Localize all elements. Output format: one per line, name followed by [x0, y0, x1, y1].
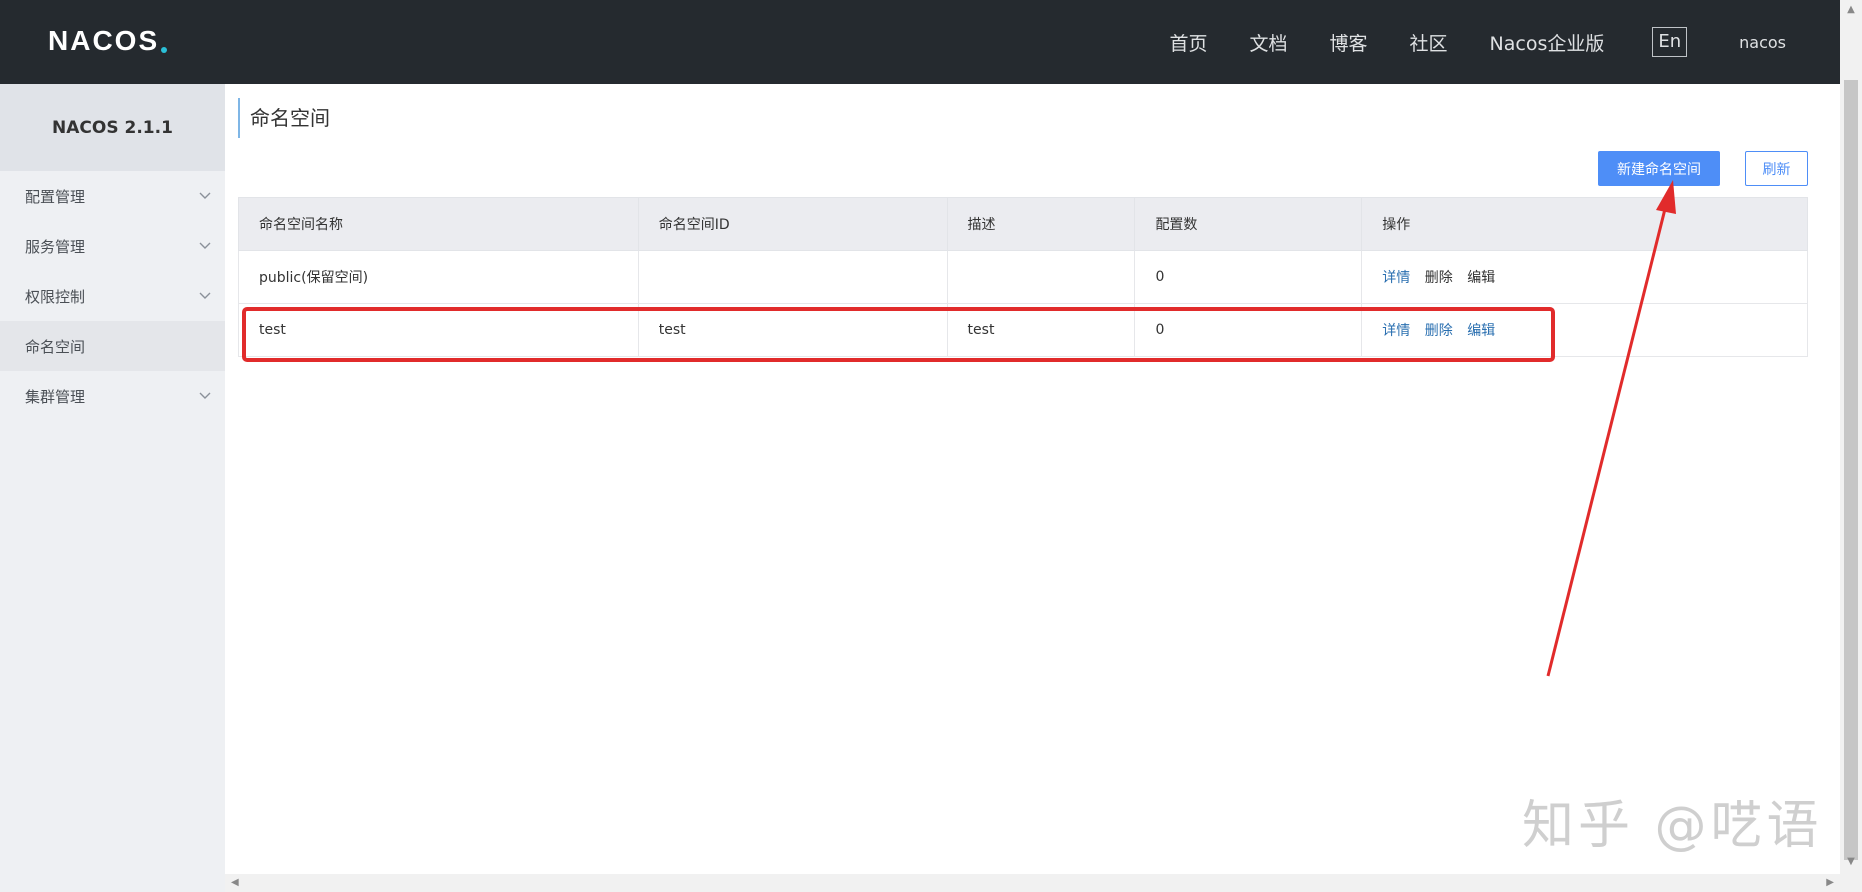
scroll-down-icon[interactable]: ▼ [1845, 856, 1857, 868]
cell-id [637, 250, 948, 304]
details-link[interactable]: 详情 [1382, 323, 1410, 339]
scrollbar-thumb[interactable] [1844, 80, 1858, 860]
watermark-text: 知乎 @呓语 [1522, 796, 1823, 856]
cell-desc: test [946, 303, 1136, 357]
delete-link[interactable]: 删除 [1425, 270, 1453, 286]
refresh-button[interactable]: 刷新 [1745, 151, 1808, 186]
logo-dot-icon [161, 47, 168, 53]
edit-link[interactable]: 编辑 [1467, 270, 1495, 286]
language-toggle-button[interactable]: En [1652, 27, 1688, 57]
chevron-down-icon [197, 188, 213, 204]
cell-name: test [238, 303, 639, 357]
sidebar-item-label: 命名空间 [25, 337, 86, 356]
sidebar-item-label: 权限控制 [25, 287, 86, 306]
chevron-down-icon [197, 288, 213, 304]
page-title: 命名空间 [238, 98, 330, 138]
user-name[interactable]: nacos [1739, 33, 1786, 52]
scroll-right-icon[interactable]: ▶ [1826, 877, 1834, 888]
table-header-row: 命名空间名称 命名空间ID 描述 配置数 操作 [238, 197, 1808, 251]
edit-link[interactable]: 编辑 [1467, 323, 1495, 339]
sidebar-item-namespace[interactable]: 命名空间 [0, 321, 225, 371]
vertical-scrollbar[interactable]: ▲ ▼ [1840, 0, 1862, 892]
table-row: test test test 0 详情 删除 编辑 [238, 303, 1808, 357]
chevron-down-icon [197, 388, 213, 404]
delete-link[interactable]: 删除 [1425, 323, 1453, 339]
cell-count: 0 [1134, 303, 1363, 357]
sidebar-item-label: 配置管理 [25, 187, 86, 206]
nav-community[interactable]: 社区 [1410, 29, 1448, 56]
scroll-left-icon[interactable]: ◀ [231, 877, 239, 888]
nav-blog[interactable]: 博客 [1329, 29, 1367, 56]
create-namespace-button[interactable]: 新建命名空间 [1598, 151, 1720, 186]
nacos-logo[interactable]: NACOS [48, 24, 168, 58]
nav-docs[interactable]: 文档 [1249, 29, 1287, 56]
top-nav: 首页 文档 博客 社区 Nacos企业版 En nacos [1127, 0, 1786, 84]
sidebar-item-label: 集群管理 [25, 387, 86, 406]
chevron-down-icon [197, 238, 213, 254]
sidebar-item-cluster[interactable]: 集群管理 [0, 371, 225, 421]
cell-name: public(保留空间) [238, 250, 639, 304]
sidebar: NACOS 2.1.1 配置管理 服务管理 权限控制 命名空间 集群管理 [0, 84, 225, 892]
nav-home[interactable]: 首页 [1169, 29, 1207, 56]
column-header-count: 配置数 [1134, 197, 1363, 251]
cell-ops: 详情 删除 编辑 [1361, 303, 1808, 357]
column-header-name: 命名空间名称 [238, 197, 639, 251]
nav-enterprise[interactable]: Nacos企业版 [1490, 29, 1605, 56]
sidebar-item-auth[interactable]: 权限控制 [0, 271, 225, 321]
version-title: NACOS 2.1.1 [0, 84, 225, 171]
horizontal-scrollbar[interactable]: ◀ ▶ [225, 874, 1840, 892]
column-header-desc: 描述 [946, 197, 1136, 251]
details-link[interactable]: 详情 [1382, 270, 1410, 286]
column-header-ops: 操作 [1361, 197, 1808, 251]
table-row: public(保留空间) 0 详情 删除 编辑 [238, 250, 1808, 304]
sidebar-item-label: 服务管理 [25, 237, 86, 256]
sidebar-item-service[interactable]: 服务管理 [0, 221, 225, 271]
sidebar-item-config[interactable]: 配置管理 [0, 171, 225, 221]
cell-ops: 详情 删除 编辑 [1361, 250, 1808, 304]
logo-text: NACOS [48, 25, 160, 56]
namespace-table: 命名空间名称 命名空间ID 描述 配置数 操作 public(保留空间) 0 详… [238, 197, 1808, 357]
cell-id: test [637, 303, 948, 357]
main-content: 命名空间 新建命名空间 刷新 命名空间名称 命名空间ID 描述 配置数 操作 p… [225, 84, 1825, 874]
scroll-up-icon[interactable]: ▲ [1845, 4, 1857, 16]
cell-count: 0 [1134, 250, 1363, 304]
top-header: NACOS 首页 文档 博客 社区 Nacos企业版 En nacos [0, 0, 1840, 84]
column-header-id: 命名空间ID [637, 197, 948, 251]
cell-desc [946, 250, 1136, 304]
